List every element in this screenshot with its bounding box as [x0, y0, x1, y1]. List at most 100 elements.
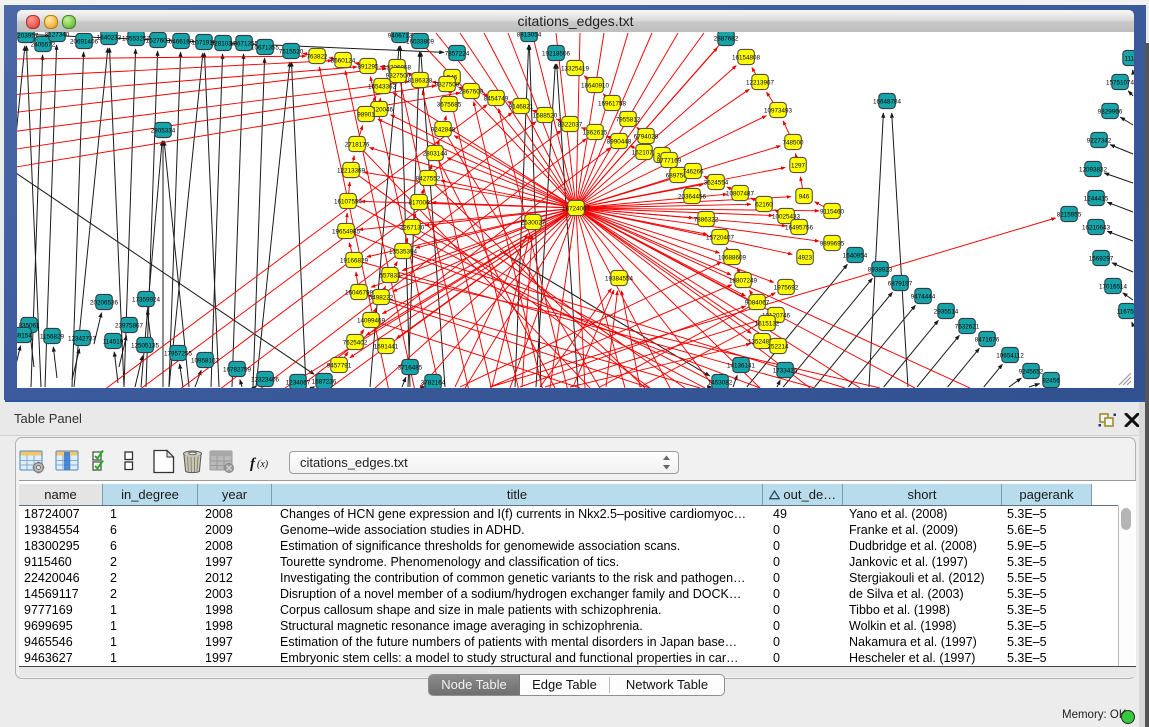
svg-text:16210643: 16210643 — [1082, 225, 1111, 232]
svg-text:13535394: 13535394 — [389, 249, 418, 256]
svg-text:12323406: 12323406 — [251, 377, 280, 384]
svg-text:17957255: 17957255 — [164, 351, 193, 358]
svg-text:9329966: 9329966 — [1098, 109, 1123, 116]
svg-text:19166829: 19166829 — [340, 258, 369, 265]
svg-text:3716485: 3716485 — [398, 365, 423, 372]
svg-text:817006: 817006 — [408, 200, 430, 207]
svg-text:8990448: 8990448 — [607, 139, 632, 146]
svg-text:12505135: 12505135 — [131, 343, 160, 350]
svg-text:8186328: 8186328 — [408, 78, 433, 85]
svg-text:12093832: 12093832 — [1079, 167, 1108, 174]
svg-text:116753: 116753 — [1117, 309, 1134, 316]
svg-text:1975692: 1975692 — [774, 285, 799, 292]
svg-text:3624554: 3624554 — [704, 180, 729, 187]
svg-text:20691406: 20691406 — [70, 39, 99, 46]
svg-text:16543362: 16543362 — [368, 84, 397, 91]
svg-text:8938923: 8938923 — [868, 267, 893, 274]
svg-text:7886322: 7886322 — [694, 217, 719, 224]
svg-text:6794028: 6794028 — [634, 134, 659, 141]
svg-text:8813054: 8813054 — [517, 32, 542, 39]
svg-text:2867608: 2867608 — [459, 89, 484, 96]
svg-text:10958107: 10958107 — [191, 358, 220, 365]
svg-text:18724007: 18724007 — [562, 206, 591, 213]
svg-text:1234067: 1234067 — [286, 380, 311, 387]
svg-text:1588520: 1588520 — [533, 113, 558, 120]
svg-text:1615132: 1615132 — [755, 321, 780, 328]
svg-text:62160: 62160 — [755, 202, 773, 209]
svg-text:891295: 891295 — [357, 64, 379, 71]
svg-text:8454749: 8454749 — [484, 96, 509, 103]
svg-text:10973493: 10973493 — [764, 108, 793, 115]
svg-text:1733426: 1733426 — [773, 368, 798, 375]
svg-text:15720407: 15720407 — [706, 235, 735, 242]
svg-text:16782759: 16782759 — [223, 367, 252, 374]
svg-text:9115460: 9115460 — [820, 209, 845, 216]
svg-text:7857224: 7857224 — [445, 51, 470, 58]
svg-text:3267130: 3267130 — [400, 225, 425, 232]
svg-text:1156829: 1156829 — [40, 334, 65, 341]
svg-text:13325419: 13325419 — [561, 66, 590, 73]
svg-text:18807249: 18807249 — [729, 278, 758, 285]
svg-text:9457791: 9457791 — [327, 363, 352, 370]
svg-text:8322037: 8322037 — [558, 122, 583, 129]
svg-text:20364456: 20364456 — [678, 194, 707, 201]
svg-text:6466160: 6466160 — [169, 39, 194, 46]
svg-text:763822: 763822 — [306, 54, 328, 61]
svg-text:946: 946 — [799, 194, 810, 201]
svg-text:19218506: 19218506 — [542, 51, 571, 58]
svg-text:746266: 746266 — [682, 169, 704, 176]
svg-text:9245652: 9245652 — [1019, 369, 1044, 376]
svg-text:9474444: 9474444 — [911, 294, 936, 301]
svg-text:12342737: 12342737 — [68, 336, 97, 343]
svg-text:17359924: 17359924 — [132, 297, 161, 304]
svg-text:16961758: 16961758 — [598, 101, 627, 108]
svg-text:19384554: 19384554 — [605, 276, 634, 283]
svg-text:10688609: 10688609 — [718, 255, 747, 262]
svg-text:2530027: 2530027 — [521, 220, 546, 227]
svg-text:9777169: 9777169 — [657, 158, 682, 165]
svg-text:252214: 252214 — [767, 344, 789, 351]
svg-text:1527602: 1527602 — [146, 38, 171, 45]
svg-text:16107554: 16107554 — [334, 199, 363, 206]
svg-text:9227342: 9227342 — [1087, 138, 1112, 145]
svg-text:20206536: 20206536 — [90, 300, 119, 307]
svg-text:1691441: 1691441 — [374, 344, 399, 351]
svg-text:2887682: 2887682 — [714, 36, 739, 43]
svg-text:16495756: 16495756 — [785, 225, 814, 232]
svg-text:15751074: 15751074 — [1106, 80, 1134, 87]
svg-text:14099469: 14099469 — [357, 318, 386, 325]
svg-text:1640954: 1640954 — [843, 253, 868, 260]
svg-text:557833: 557833 — [379, 273, 401, 280]
svg-text:98901: 98901 — [357, 112, 375, 119]
svg-text:6879197: 6879197 — [888, 281, 913, 288]
svg-text:39154: 39154 — [17, 333, 32, 340]
svg-text:16648784: 16648784 — [873, 99, 902, 106]
svg-text:2803144: 2803144 — [423, 151, 448, 158]
svg-text:12213967: 12213967 — [746, 80, 775, 87]
svg-text:19654985: 19654985 — [332, 229, 361, 236]
svg-text:8215955: 8215955 — [1057, 212, 1082, 219]
svg-text:1453082: 1453082 — [708, 380, 733, 387]
svg-text:10654112: 10654112 — [996, 353, 1024, 360]
svg-text:1621072: 1621072 — [632, 150, 657, 157]
svg-text:1297: 1297 — [791, 163, 806, 170]
svg-text:10807487: 10807487 — [726, 191, 755, 198]
svg-text:92456: 92456 — [1042, 378, 1060, 385]
svg-text:8127340: 8127340 — [45, 32, 70, 39]
svg-text:1640233: 1640233 — [97, 35, 122, 42]
svg-text:7625402: 7625402 — [343, 340, 368, 347]
svg-text:2718176: 2718176 — [345, 142, 370, 149]
svg-text:5498222: 5498222 — [369, 295, 394, 302]
svg-text:1687236: 1687236 — [312, 379, 337, 386]
svg-text:2405572: 2405572 — [31, 42, 56, 49]
svg-text:23975867: 23975867 — [115, 323, 144, 330]
svg-text:114519: 114519 — [103, 339, 124, 346]
svg-text:1362615: 1362615 — [583, 130, 608, 137]
svg-text:18640910: 18640910 — [581, 83, 610, 90]
svg-text:8471676: 8471676 — [975, 337, 1000, 344]
svg-text:12213369: 12213369 — [337, 168, 366, 175]
svg-text:2905334: 2905334 — [151, 128, 176, 135]
svg-text:14136141: 14136141 — [727, 363, 756, 370]
svg-text:7632621: 7632621 — [955, 324, 980, 331]
svg-text:9084067: 9084067 — [745, 300, 770, 307]
